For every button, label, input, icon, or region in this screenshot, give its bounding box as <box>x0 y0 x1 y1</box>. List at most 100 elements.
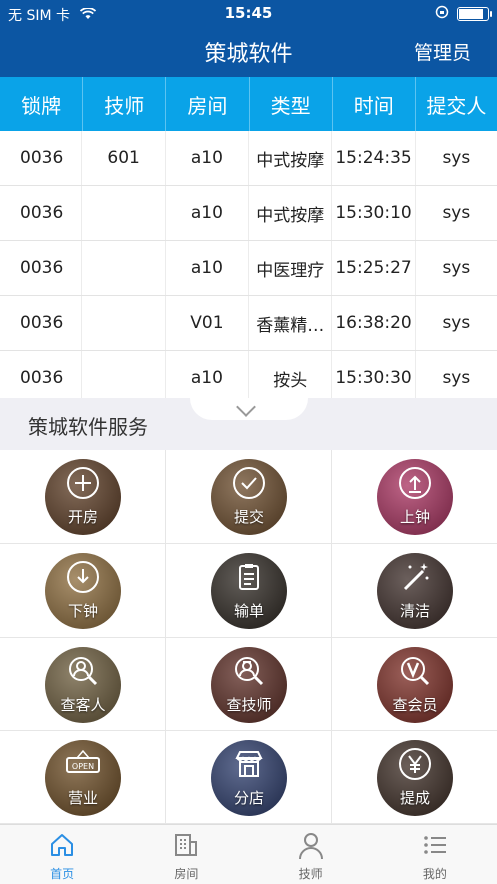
home-icon <box>0 831 124 859</box>
document-icon <box>211 559 287 599</box>
tab-label: 我的 <box>422 867 447 881</box>
service-tile[interactable]: 清洁 <box>332 544 497 638</box>
service-tile[interactable]: 上钟 <box>332 450 497 544</box>
chevron-down-icon <box>236 397 256 417</box>
service-label: 营业 <box>67 789 98 807</box>
service-tile[interactable]: OPEN 营业 <box>0 731 166 824</box>
service-button[interactable]: 提交 <box>211 459 287 535</box>
tab-list[interactable]: 我的 <box>373 825 497 884</box>
cell-type: 中式按摩 <box>249 131 333 185</box>
cell-lock: 0036 <box>0 241 83 295</box>
collapse-handle[interactable] <box>190 397 308 420</box>
cell-time: 15:30:10 <box>332 186 416 240</box>
service-button[interactable]: 查客人 <box>45 647 121 723</box>
cell-room: a10 <box>166 351 250 405</box>
table-row[interactable]: 0036 a10 中医理疗 15:25:27 sys <box>0 241 497 296</box>
service-tile[interactable]: 提交 <box>166 450 332 544</box>
services-header: 策城软件服务 <box>0 397 497 450</box>
upload-circle-icon <box>377 465 453 505</box>
service-tile[interactable]: 分店 <box>166 731 332 824</box>
service-label: 提成 <box>399 789 430 807</box>
cell-tech <box>82 241 166 295</box>
service-button[interactable]: 下钟 <box>45 553 121 629</box>
cell-tech <box>82 186 166 240</box>
service-button[interactable]: 输单 <box>211 553 287 629</box>
cell-type: 按头 <box>249 351 333 405</box>
check-circle-icon <box>211 465 287 505</box>
magic-wand-icon <box>377 559 453 599</box>
column-header: 技师 <box>83 77 167 131</box>
service-button[interactable]: 分店 <box>211 740 287 816</box>
services-grid: 开房 提交 上钟下钟 输单 清洁查客人 查技师 查会员 OPEN 营业 分店 提成 <box>0 450 497 824</box>
cell-time: 16:38:20 <box>332 296 416 350</box>
cell-lock: 0036 <box>0 186 83 240</box>
orientation-lock-icon <box>435 5 449 23</box>
cell-room: a10 <box>166 186 250 240</box>
table-row[interactable]: 0036 a10 中式按摩 15:30:10 sys <box>0 186 497 241</box>
column-header: 锁牌 <box>0 77 84 131</box>
status-bar: 无 SIM 卡 15:45 <box>0 0 497 26</box>
service-tile[interactable]: 查技师 <box>166 638 332 731</box>
service-label: 查客人 <box>60 696 106 714</box>
service-tile[interactable]: 下钟 <box>0 544 166 638</box>
cell-type: 中医理疗 <box>249 241 333 295</box>
app-header: 无 SIM 卡 15:45 策城软件 管理员 <box>0 0 497 77</box>
cell-time: 15:24:35 <box>332 131 416 185</box>
tab-label: 技师 <box>298 867 323 881</box>
service-label: 输单 <box>233 602 264 620</box>
search-user-icon <box>45 653 121 693</box>
table-row[interactable]: 0036 601 a10 中式按摩 15:24:35 sys <box>0 131 497 186</box>
tab-label: 房间 <box>174 867 199 881</box>
column-header: 时间 <box>333 77 416 131</box>
service-label: 上钟 <box>399 508 430 526</box>
cell-tech: 601 <box>82 131 166 185</box>
status-time: 15:45 <box>224 4 273 22</box>
search-staff-icon <box>211 653 287 693</box>
service-tile[interactable]: 查客人 <box>0 638 166 731</box>
download-circle-icon <box>45 559 121 599</box>
building-icon <box>124 831 248 859</box>
user-icon <box>249 831 373 861</box>
service-button[interactable]: 上钟 <box>377 459 453 535</box>
tab-home[interactable]: 首页 <box>0 825 124 884</box>
search-vip-icon <box>377 653 453 693</box>
store-icon <box>211 746 287 786</box>
admin-button[interactable]: 管理员 <box>414 38 471 65</box>
service-button[interactable]: 查技师 <box>211 647 287 723</box>
service-button[interactable]: 提成 <box>377 740 453 816</box>
cell-room: V01 <box>166 296 250 350</box>
list-icon <box>373 831 497 859</box>
cell-lock: 0036 <box>0 296 83 350</box>
service-tile[interactable]: 输单 <box>166 544 332 638</box>
cell-submitter: sys <box>442 203 471 223</box>
cell-time: 15:30:30 <box>332 351 416 405</box>
service-button[interactable]: OPEN 营业 <box>45 740 121 816</box>
service-tile[interactable]: 开房 <box>0 450 166 544</box>
services-title: 策城软件服务 <box>28 415 148 439</box>
tab-user[interactable]: 技师 <box>249 825 373 884</box>
service-label: 分店 <box>233 789 264 807</box>
cell-lock: 0036 <box>0 351 83 405</box>
service-tile[interactable]: 提成 <box>332 731 497 824</box>
column-header: 类型 <box>250 77 333 131</box>
table-row[interactable]: 0036 V01 香薰精… 16:38:20 sys <box>0 296 497 351</box>
cell-tech <box>82 296 166 350</box>
cell-type: 中式按摩 <box>249 186 333 240</box>
cell-submitter: sys <box>442 258 471 278</box>
service-button[interactable]: 查会员 <box>377 647 453 723</box>
tab-bar: 首页 房间 技师 我的 <box>0 824 497 884</box>
service-button[interactable]: 清洁 <box>377 553 453 629</box>
column-header: 提交人 <box>426 93 487 118</box>
service-label: 下钟 <box>67 602 98 620</box>
battery-icon <box>457 7 492 21</box>
cell-tech <box>82 351 166 405</box>
plus-circle-icon <box>45 465 121 505</box>
service-label: 查技师 <box>226 696 272 714</box>
service-label: 开房 <box>67 508 98 526</box>
service-button[interactable]: 开房 <box>45 459 121 535</box>
service-label: 查会员 <box>392 696 438 714</box>
open-sign-icon: OPEN <box>45 746 121 786</box>
table-body: 0036 601 a10 中式按摩 15:24:35 sys 0036 a10 … <box>0 131 497 406</box>
service-tile[interactable]: 查会员 <box>332 638 497 731</box>
tab-building[interactable]: 房间 <box>124 825 248 884</box>
